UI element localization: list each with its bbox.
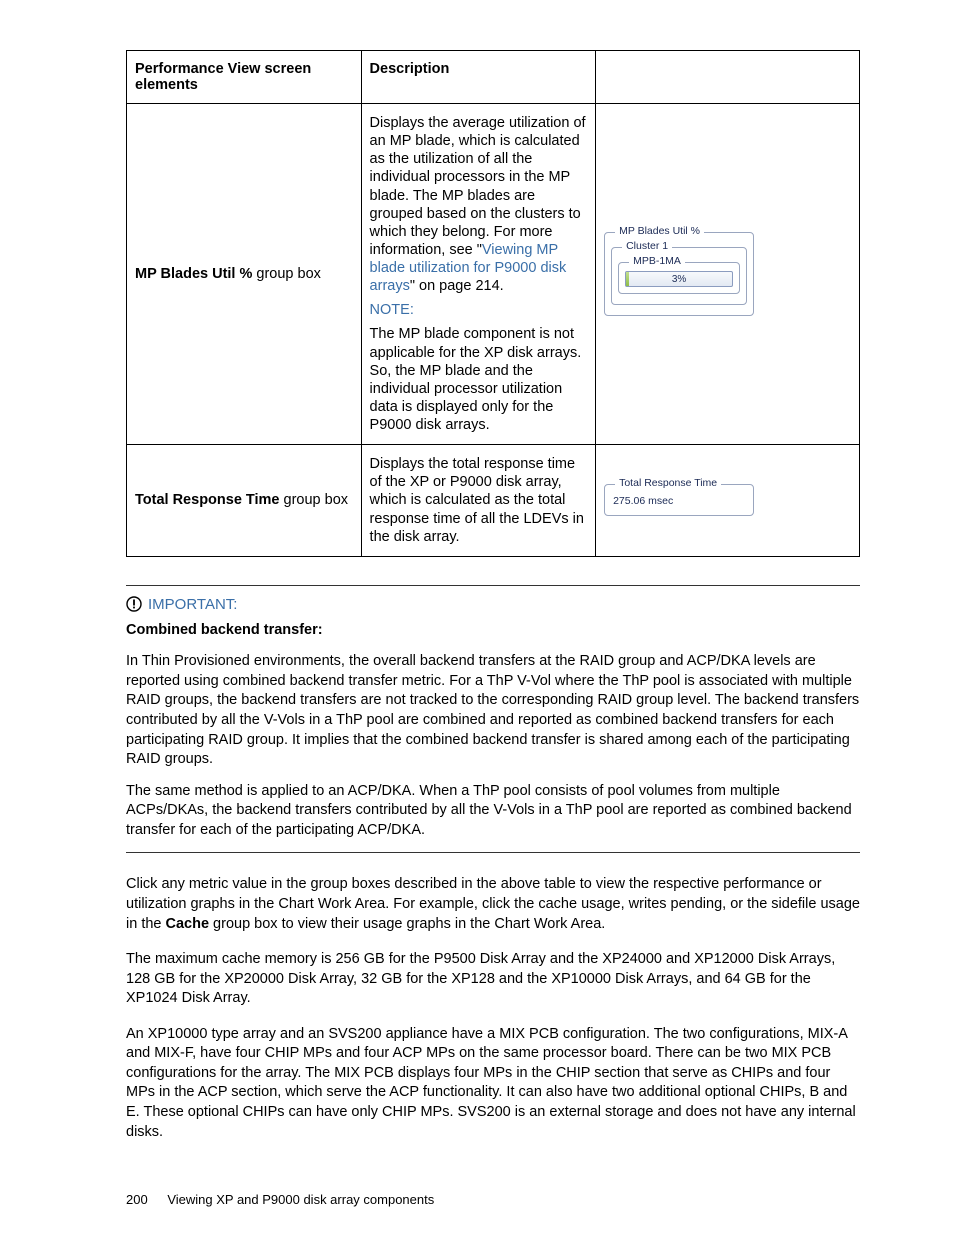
- document-page: Performance View screen elements Descrip…: [0, 0, 954, 1235]
- desc-paragraph: Displays the total response time of the …: [370, 455, 588, 546]
- row-label: MP Blades Util % group box: [127, 104, 362, 445]
- body-content: Click any metric value in the group boxe…: [126, 875, 860, 1142]
- body-paragraph: An XP10000 type array and an SVS200 appl…: [126, 1025, 860, 1142]
- header-empty: [596, 51, 860, 104]
- desc-paragraph: Displays the average utilization of an M…: [370, 114, 588, 295]
- row-label-suffix: group box: [284, 492, 349, 508]
- important-note-block: IMPORTANT: Combined backend transfer: In…: [126, 585, 860, 854]
- row-screenshot: MP Blades Util % Cluster 1 MPB-1MA 3%: [596, 104, 860, 445]
- table-header-row: Performance View screen elements Descrip…: [127, 51, 860, 104]
- groupbox-title: Cluster 1: [622, 241, 672, 252]
- important-paragraph: In Thin Provisioned environments, the ov…: [126, 652, 860, 769]
- header-elements: Performance View screen elements: [127, 51, 362, 104]
- chapter-title: Viewing XP and P9000 disk array componen…: [167, 1192, 434, 1207]
- row-description: Displays the average utilization of an M…: [361, 104, 596, 445]
- utilization-progress-bar[interactable]: 3%: [625, 271, 733, 287]
- table-row: MP Blades Util % group box Displays the …: [127, 104, 860, 445]
- important-label: IMPORTANT:: [148, 596, 237, 613]
- total-response-time-groupbox: Total Response Time 275.06 msec: [604, 484, 754, 516]
- important-paragraph: The same method is applied to an ACP/DKA…: [126, 782, 860, 841]
- response-time-value[interactable]: 275.06 msec: [611, 493, 747, 509]
- row-description: Displays the total response time of the …: [361, 445, 596, 557]
- mp-blades-util-groupbox: MP Blades Util % Cluster 1 MPB-1MA 3%: [604, 232, 754, 316]
- groupbox-title: MP Blades Util %: [615, 226, 704, 237]
- row-label-suffix: group box: [256, 266, 321, 282]
- note-label: NOTE:: [370, 301, 588, 319]
- row-label-bold: MP Blades Util %: [135, 266, 256, 282]
- groupbox-title: MPB-1MA: [629, 256, 685, 267]
- desc-paragraph: The MP blade component is not applicable…: [370, 325, 588, 434]
- body-paragraph: The maximum cache memory is 256 GB for t…: [126, 950, 860, 1009]
- performance-view-table: Performance View screen elements Descrip…: [126, 50, 860, 557]
- progress-fill: [626, 272, 629, 286]
- page-number: 200: [126, 1192, 148, 1207]
- exclamation-circle-icon: [126, 596, 142, 612]
- cache-bold-term: Cache: [166, 916, 210, 932]
- page-footer: 200 Viewing XP and P9000 disk array comp…: [126, 1192, 434, 1207]
- row-screenshot: Total Response Time 275.06 msec: [596, 445, 860, 557]
- header-description: Description: [361, 51, 596, 104]
- important-subhead: Combined backend transfer:: [126, 621, 860, 641]
- groupbox-title: Total Response Time: [615, 478, 721, 489]
- cluster-groupbox: Cluster 1 MPB-1MA 3%: [611, 247, 747, 305]
- important-heading: IMPORTANT:: [126, 596, 860, 613]
- mpb-groupbox: MPB-1MA 3%: [618, 262, 740, 294]
- row-label-bold: Total Response Time: [135, 492, 284, 508]
- progress-value: 3%: [672, 274, 686, 285]
- row-label: Total Response Time group box: [127, 445, 362, 557]
- body-paragraph: Click any metric value in the group boxe…: [126, 875, 860, 934]
- table-row: Total Response Time group box Displays t…: [127, 445, 860, 557]
